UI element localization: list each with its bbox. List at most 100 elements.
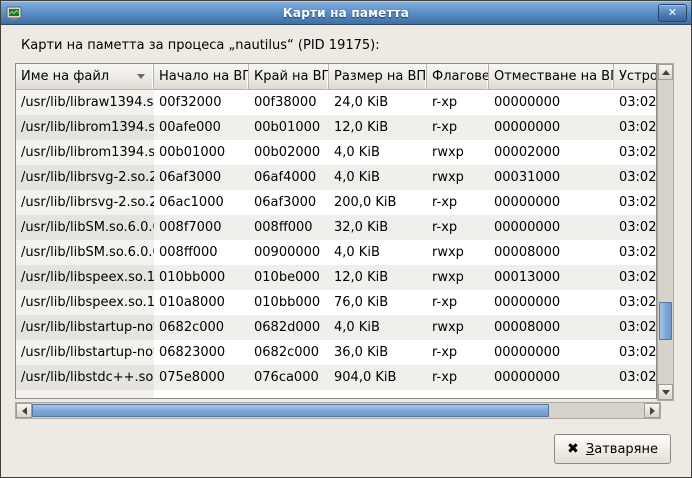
- table-cell: 03:02: [614, 340, 656, 365]
- table-cell: 200,0 KiB: [329, 190, 427, 215]
- table-cell: 076ca000: [249, 365, 329, 390]
- scroll-down-button[interactable]: [658, 384, 673, 400]
- scroll-up-button[interactable]: [658, 64, 673, 80]
- table-cell: 06ac1000: [154, 190, 249, 215]
- table-cell: rwxp: [427, 140, 489, 165]
- table-cell: 06823000: [154, 340, 249, 365]
- column-header[interactable]: Отместване на ВП: [489, 64, 614, 89]
- table-cell: 24,0 KiB: [329, 90, 427, 115]
- column-header[interactable]: Име на файл: [16, 64, 154, 89]
- table-cell: 03:02: [614, 365, 656, 390]
- table-cell: 008f7000: [154, 215, 249, 240]
- table-cell: r-xp: [427, 340, 489, 365]
- table-cell: /usr/lib/libSM.so.6.0.0: [16, 215, 154, 240]
- table-cell: 00900000: [249, 240, 329, 265]
- table-row[interactable]: /usr/lib/libstdc++.so.075e8000076ca00090…: [16, 365, 656, 390]
- table-cell: r-xp: [427, 365, 489, 390]
- horizontal-scrollbar-thumb[interactable]: [32, 404, 549, 417]
- table-cell: 00afe000: [154, 115, 249, 140]
- table-cell: r-xp: [427, 115, 489, 140]
- table-cell: 00000000: [489, 215, 614, 240]
- table-cell: 00013000: [489, 265, 614, 290]
- table-cell: 4,0 KiB: [329, 240, 427, 265]
- table-cell: r-xp: [427, 90, 489, 115]
- table-cell: 008ff000: [154, 240, 249, 265]
- table-cell: 075e8000: [154, 365, 249, 390]
- column-header-label: Отместване на ВП: [494, 69, 614, 84]
- table-cell: 00f38000: [249, 90, 329, 115]
- table-cell: /usr/lib/librsvg-2.so.2: [16, 190, 154, 215]
- table-cell: 0682d000: [249, 315, 329, 340]
- table-cell: 00000000: [489, 340, 614, 365]
- table-header-row: Име на файл Начало на ВПКрай на ВП Размер …: [16, 64, 656, 90]
- table-cell: rwxp: [427, 165, 489, 190]
- table-cell: rwxp: [427, 265, 489, 290]
- table-cell: 00f32000: [154, 90, 249, 115]
- column-header[interactable]: Устройство: [614, 64, 656, 89]
- system-monitor-icon: [6, 5, 22, 21]
- column-header[interactable]: Размер на ВП: [329, 64, 427, 89]
- table-row[interactable]: /usr/lib/librsvg-2.so.206ac100006af30002…: [16, 190, 656, 215]
- table-cell: 4,0 KiB: [329, 165, 427, 190]
- table-cell: 32,0 KiB: [329, 215, 427, 240]
- table-cell: /usr/lib/libstdc++.so.: [16, 365, 154, 390]
- column-header[interactable]: Флагове: [427, 64, 489, 89]
- arrow-left-icon: [22, 407, 27, 415]
- table-cell: 06af4000: [249, 165, 329, 190]
- table-row[interactable]: /usr/lib/libraw1394.so00f3200000f3800024…: [16, 90, 656, 115]
- process-maps-subtitle: Карти на паметта за процеса „nautilus“ (…: [21, 38, 380, 53]
- table-cell: /usr/lib/librom1394.so: [16, 115, 154, 140]
- table-cell: rwxp: [427, 240, 489, 265]
- scroll-right-button[interactable]: [644, 403, 660, 418]
- table-cell: /usr/lib/libstartup-not: [16, 340, 154, 365]
- column-header-label: Начало на ВП: [159, 69, 249, 84]
- table-row[interactable]: /usr/lib/libstartup-not068230000682c0003…: [16, 340, 656, 365]
- table-cell: 00b01000: [249, 115, 329, 140]
- vertical-scrollbar-thumb[interactable]: [659, 302, 672, 340]
- window-title: Карти на паметта: [1, 6, 691, 20]
- table-cell: 00031000: [489, 165, 614, 190]
- window-close-button[interactable]: ✕: [658, 4, 687, 22]
- table-cell: 00002000: [489, 140, 614, 165]
- arrow-right-icon: [650, 407, 655, 415]
- scroll-left-button[interactable]: [16, 403, 32, 418]
- column-header[interactable]: Край на ВП: [249, 64, 329, 89]
- table-cell: 06af3000: [249, 190, 329, 215]
- table-row[interactable]: /usr/lib/librom1394.so00afe00000b0100012…: [16, 115, 656, 140]
- table-cell: 12,0 KiB: [329, 115, 427, 140]
- table-cell: 76,0 KiB: [329, 290, 427, 315]
- vertical-scrollbar[interactable]: [657, 63, 674, 401]
- table-row[interactable]: /usr/lib/libspeex.so.1010a8000010bb00076…: [16, 290, 656, 315]
- table-cell: 010bb000: [154, 265, 249, 290]
- table-cell: /usr/lib/librom1394.so: [16, 140, 154, 165]
- table-row[interactable]: /usr/lib/libstartup-not0682c0000682d0004…: [16, 315, 656, 340]
- table-cell: 010a8000: [154, 290, 249, 315]
- table-cell: 00000000: [489, 190, 614, 215]
- table-cell: 03:02: [614, 90, 656, 115]
- table-cell: 06af3000: [154, 165, 249, 190]
- table-cell: /usr/lib/libspeex.so.1: [16, 290, 154, 315]
- table-row[interactable]: /usr/lib/librom1394.so00b0100000b020004,…: [16, 140, 656, 165]
- column-header-label: Име на файл: [21, 69, 109, 84]
- table-cell: /usr/lib/libspeex.so.1: [16, 265, 154, 290]
- table-row[interactable]: /usr/lib/libSM.so.6.0.0008ff000009000004…: [16, 240, 656, 265]
- table-row[interactable]: /usr/lib/libspeex.so.1010bb000010be00012…: [16, 265, 656, 290]
- column-header[interactable]: Начало на ВП: [154, 64, 249, 89]
- table-cell: 36,0 KiB: [329, 340, 427, 365]
- table-cell: 03:02: [614, 140, 656, 165]
- column-header-label: Размер на ВП: [334, 69, 426, 84]
- close-button[interactable]: ✖ Затваряне: [554, 434, 671, 464]
- table-row[interactable]: /usr/lib/libSM.so.6.0.0008f7000008ff0003…: [16, 215, 656, 240]
- table-cell: /usr/lib/libSM.so.6.0.0: [16, 240, 154, 265]
- horizontal-scrollbar[interactable]: [15, 402, 661, 419]
- table-cell: /usr/lib/librsvg-2.so.2: [16, 165, 154, 190]
- table-cell: /usr/lib/libraw1394.so: [16, 90, 154, 115]
- table-cell: rwxp: [427, 315, 489, 340]
- table-cell: 03:02: [614, 115, 656, 140]
- table-row[interactable]: /usr/lib/librsvg-2.so.206af300006af40004…: [16, 165, 656, 190]
- arrow-down-icon: [662, 390, 670, 395]
- column-header-label: Устройство: [619, 69, 656, 84]
- table-cell: 904,0 KiB: [329, 365, 427, 390]
- table-cell: 03:02: [614, 240, 656, 265]
- titlebar[interactable]: Карти на паметта ✕: [1, 1, 691, 25]
